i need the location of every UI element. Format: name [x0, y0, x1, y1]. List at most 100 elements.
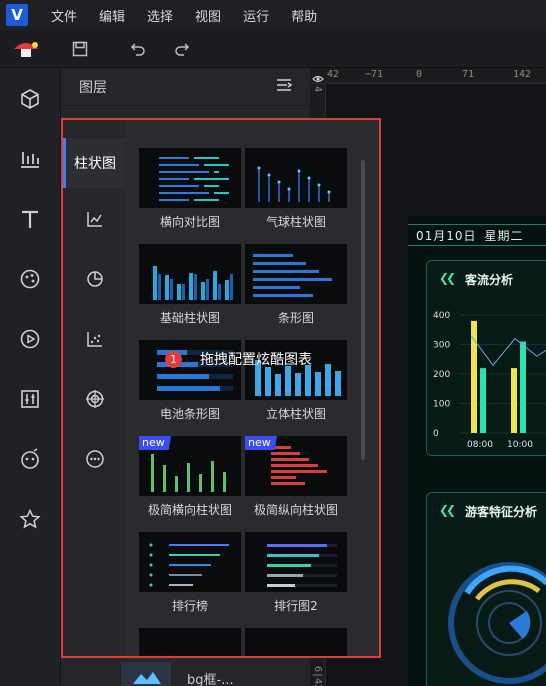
chart-template-item[interactable]: 横向对比图	[139, 148, 241, 230]
passenger-flow-chart: 400 300 200 100 0 08:00 10:00	[433, 311, 546, 450]
bar-chart-icon[interactable]	[17, 146, 43, 172]
chart-template-thumbnail[interactable]	[245, 532, 347, 592]
gauge-graphic	[448, 562, 546, 684]
menu-edit[interactable]: 编辑	[99, 6, 125, 25]
chart-picker-panel: 柱状图 横向对比图 气球柱状图基础柱状图 条形图电池条形图 立体柱状图 new 极简横向柱…	[61, 118, 381, 658]
y-tick-label: 300	[433, 341, 450, 351]
category-bar-chart[interactable]: 柱状图	[63, 138, 125, 188]
horizontal-ruler: 42 −71 0 71 142	[310, 68, 546, 84]
chart-template-thumbnail[interactable]: new	[245, 436, 347, 496]
passenger-flow-card[interactable]: ❮❮ 客流分析 400 300 200 100 0 08:00 10:00	[426, 260, 546, 456]
drag-hint-tooltip: 1 拖拽配置炫酷图表	[165, 348, 312, 370]
layer-thumbnail[interactable]	[121, 662, 171, 686]
chart-template-thumbnail[interactable]	[245, 148, 347, 208]
chart-template-thumbnail[interactable]: new	[139, 436, 241, 496]
card-title: 客流分析	[465, 273, 514, 287]
chart-template-label: 基础柱状图	[159, 311, 220, 325]
undo-icon[interactable]	[124, 35, 152, 63]
menu-select[interactable]: 选择	[147, 6, 173, 25]
chart-template-thumbnail[interactable]	[139, 244, 241, 304]
redo-icon[interactable]	[168, 35, 196, 63]
y-tick-label: 0	[433, 429, 439, 439]
text-icon[interactable]	[17, 206, 43, 232]
weekday-text: 星期二	[484, 228, 524, 243]
dashboard-preview[interactable]: 01月10日 星期二 ❮❮ 客流分析 400 300 200 100 0 08:00 10:…	[408, 216, 546, 686]
chart-template-item[interactable]: 条形图	[245, 244, 347, 326]
app-logo: V	[6, 4, 28, 26]
y-tick-label: 400	[433, 311, 450, 321]
ruler-tick: 0	[416, 69, 423, 80]
new-badge: new	[245, 436, 285, 450]
menu-bar: V 文件 编辑 选择 视图 运行 帮助	[0, 0, 546, 30]
home-logo-icon[interactable]	[8, 35, 48, 63]
chart-template-item[interactable]: 排行榜	[139, 532, 241, 614]
chart-template-thumbnail[interactable]	[139, 628, 241, 656]
chart-template-label: 排行图2	[274, 599, 318, 613]
y-tick-label: 100	[433, 400, 450, 410]
x-tick-label: 10:00	[507, 440, 533, 450]
chart-template-item[interactable]: 基础柱状图	[139, 244, 241, 326]
layer-name[interactable]: bg框-...	[187, 669, 234, 686]
chart-template-item[interactable]: new 极简纵向柱状图	[245, 436, 347, 518]
chart-template-thumbnail[interactable]	[245, 628, 347, 656]
bar	[471, 320, 477, 433]
chart-template-thumbnail[interactable]	[139, 532, 241, 592]
app-window: { "menu": ["文件", "编辑", "选择", "视图", "运行",…	[0, 0, 546, 686]
ruler-tick: 142	[513, 69, 532, 80]
target-icon[interactable]	[84, 388, 106, 410]
left-rail	[0, 68, 61, 686]
menu-help[interactable]: 帮助	[291, 6, 317, 25]
picker-scrollbar[interactable]	[361, 160, 365, 460]
visitor-feature-card[interactable]: ❮❮ 游客特征分析	[426, 492, 546, 686]
line-chart-icon[interactable]	[84, 208, 106, 230]
ruler-tick: 71	[462, 69, 475, 80]
more-icon[interactable]	[84, 448, 106, 470]
chart-template-label: 横向对比图	[159, 215, 220, 229]
menu-file[interactable]: 文件	[51, 6, 77, 25]
category-rail: 柱状图	[63, 120, 125, 656]
pie-chart-icon[interactable]	[84, 268, 106, 290]
media-icon[interactable]	[17, 326, 43, 352]
step-badge: 1	[165, 350, 182, 368]
card-title: 游客特征分析	[465, 505, 538, 519]
chart-template-thumbnail[interactable]	[245, 244, 347, 304]
chart-template-label: 极简纵向柱状图	[253, 503, 338, 517]
ruler-tick: 4	[312, 86, 323, 93]
chart-template-label: 电池条形图	[159, 407, 220, 421]
layers-title: 图层	[79, 79, 107, 96]
ruler-tick: 42	[327, 69, 340, 80]
chart-template-label: 立体柱状图	[265, 407, 326, 421]
cube-icon[interactable]	[17, 86, 43, 112]
chart-template-label: 排行榜	[171, 599, 208, 613]
ruler-tick: 6|42	[312, 666, 323, 686]
bar	[520, 341, 526, 433]
hint-text: 拖拽配置炫酷图表	[200, 352, 312, 368]
new-badge: new	[139, 436, 179, 450]
chart-template-label: 极简横向柱状图	[147, 503, 232, 517]
sliders-icon[interactable]	[17, 386, 43, 412]
toolbar	[0, 30, 546, 68]
chart-template-thumbnail[interactable]	[139, 148, 241, 208]
chart-template-item[interactable]: new 极简横向柱状图	[139, 436, 241, 518]
emoji-icon[interactable]	[17, 446, 43, 472]
menu-run[interactable]: 运行	[243, 6, 269, 25]
chevrons-icon: ❮❮	[439, 503, 456, 517]
save-icon[interactable]	[66, 35, 94, 63]
star-icon[interactable]	[17, 506, 43, 532]
collapse-panel-icon[interactable]	[276, 77, 293, 96]
chart-template-grid: 横向对比图 气球柱状图 基础柱状图 条形图 电池条形图 立体柱状图 new 极简横向柱状图 ne…	[125, 120, 365, 656]
bar	[511, 368, 517, 433]
scatter-chart-icon[interactable]	[84, 328, 106, 350]
trend-line	[470, 335, 546, 366]
chart-template-label: 条形图	[277, 311, 314, 325]
y-tick-label: 200	[433, 370, 450, 380]
chevrons-icon: ❮❮	[439, 271, 456, 285]
palette-icon[interactable]	[17, 266, 43, 292]
chart-template-label: 气球柱状图	[265, 215, 326, 229]
chart-template-item[interactable]: 排行图2	[245, 532, 347, 614]
bar	[480, 368, 486, 433]
layers-header: 图层	[61, 68, 310, 106]
date-text: 01月10日	[416, 228, 477, 243]
menu-view[interactable]: 视图	[195, 6, 221, 25]
chart-template-item[interactable]: 气球柱状图	[245, 148, 347, 230]
